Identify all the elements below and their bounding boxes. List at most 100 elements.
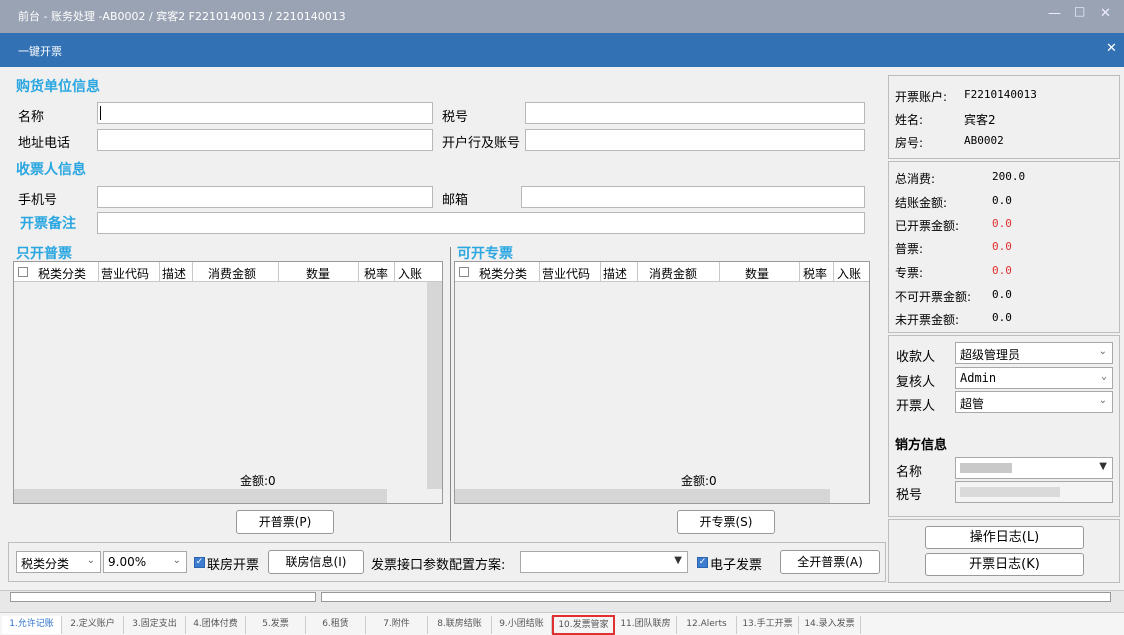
- payee-select[interactable]: 超级管理员 ⌄: [955, 342, 1113, 364]
- col-description[interactable]: 描述: [162, 265, 186, 282]
- tab-manual-invoice[interactable]: 13.手工开票: [737, 616, 799, 634]
- normal-invoice-grid[interactable]: 税类分类 营业代码 描述 消费金额 数量 税率 入账 金额:0: [13, 261, 443, 504]
- account-value: F2210140013: [964, 88, 1037, 101]
- tab-fixed-expense[interactable]: 3.固定支出: [124, 616, 186, 634]
- bank-input[interactable]: [525, 129, 865, 151]
- col-tax-rate[interactable]: 税率: [364, 265, 388, 282]
- tab-team-joint-room[interactable]: 11.团队联房: [615, 616, 677, 634]
- col-divider: [358, 262, 359, 282]
- vertical-scrollbar[interactable]: [427, 282, 442, 489]
- minimize-icon[interactable]: —: [1048, 6, 1061, 21]
- seller-section-title: 销方信息: [895, 438, 948, 453]
- operation-log-button[interactable]: 操作日志(L): [925, 526, 1084, 549]
- tab-allow-posting[interactable]: 1.允许记账: [2, 616, 62, 634]
- checkout-amount-label: 结账金额:: [895, 196, 948, 210]
- tab-small-group-checkout[interactable]: 9.小团结账: [492, 616, 552, 634]
- col-tax-class[interactable]: 税类分类: [38, 265, 86, 282]
- seller-name-label: 名称: [896, 465, 923, 480]
- select-all-checkbox[interactable]: [459, 267, 469, 277]
- invoiced-amount-label: 已开票金额:: [895, 219, 960, 233]
- e-invoice-checkbox[interactable]: ✓: [697, 557, 708, 568]
- account-label: 开票账户:: [895, 90, 948, 104]
- col-post[interactable]: 入账: [398, 265, 428, 282]
- invoice-log-button[interactable]: 开票日志(K): [925, 553, 1084, 576]
- special-total: 金额:0: [681, 474, 717, 488]
- tab-enter-invoice[interactable]: 14.录入发票: [799, 616, 861, 634]
- total-consumption-label: 总消费:: [895, 172, 936, 186]
- open-all-normal-button[interactable]: 全开普票(A): [780, 550, 880, 574]
- tab-joint-checkout[interactable]: 8.联房结账: [428, 616, 492, 634]
- special-invoice-label: 专票:: [895, 266, 924, 280]
- reviewer-label: 复核人: [896, 375, 936, 390]
- drawer-select[interactable]: 超管 ⌄: [955, 391, 1113, 413]
- col-quantity[interactable]: 数量: [306, 265, 330, 282]
- horizontal-scrollbar[interactable]: [455, 489, 830, 503]
- tax-rate-select[interactable]: 9.00% ⌄: [103, 551, 187, 573]
- tab-group-payment[interactable]: 4.团体付费: [186, 616, 246, 634]
- normal-grid-title: 只开普票: [16, 246, 72, 262]
- col-divider: [600, 262, 601, 282]
- buyer-name-input[interactable]: [97, 102, 433, 124]
- dialog-title: 一键开票: [18, 45, 62, 58]
- col-divider: [394, 262, 395, 282]
- tax-class-select[interactable]: 税类分类 ⌄: [16, 551, 101, 573]
- email-input[interactable]: [521, 186, 865, 208]
- close-icon[interactable]: ✕: [1100, 6, 1111, 21]
- tab-define-account[interactable]: 2.定义账户: [62, 616, 124, 634]
- tab-attachment[interactable]: 7.附件: [366, 616, 428, 634]
- open-normal-invoice-button[interactable]: 开普票(P): [236, 510, 334, 534]
- seller-tax-input[interactable]: [955, 481, 1113, 503]
- special-invoice-grid[interactable]: 税类分类 营业代码 描述 消费金额 数量 税率 入账 金额:0: [454, 261, 870, 504]
- col-divider: [719, 262, 720, 282]
- dialog-close-icon[interactable]: ✕: [1106, 41, 1117, 56]
- col-divider: [98, 262, 99, 282]
- tax-rate-value: 9.00%: [108, 555, 147, 569]
- select-all-checkbox[interactable]: [18, 267, 28, 277]
- col-tax-class[interactable]: 税类分类: [479, 265, 527, 282]
- bank-label: 开户行及账号: [442, 136, 521, 151]
- tab-lease[interactable]: 6.租赁: [306, 616, 366, 634]
- dialog-header: 一键开票 ✕: [0, 33, 1124, 67]
- bottom-tab-bar: 1.允许记账 2.定义账户 3.固定支出 4.团体付费 5.发票 6.租赁 7.…: [0, 612, 1124, 635]
- lower-field-right: [321, 592, 1111, 602]
- tab-alerts[interactable]: 12.Alerts: [677, 616, 737, 634]
- dropdown-arrow-icon: ▼: [1099, 461, 1107, 472]
- seller-name-select[interactable]: ▼: [955, 457, 1113, 479]
- joint-info-button[interactable]: 联房信息(I): [268, 550, 364, 574]
- buyer-name-label: 名称: [18, 110, 45, 125]
- interface-config-select[interactable]: ▼: [520, 551, 688, 573]
- reviewer-select[interactable]: Admin ⌄: [955, 367, 1113, 389]
- col-divider: [833, 262, 834, 282]
- col-business-code[interactable]: 营业代码: [101, 265, 149, 282]
- maximize-icon[interactable]: □: [1074, 4, 1085, 18]
- checkout-amount-value: 0.0: [992, 194, 1012, 207]
- col-amount[interactable]: 消费金额: [208, 265, 256, 282]
- chevron-down-icon: ⌄: [86, 555, 95, 566]
- email-label: 邮箱: [442, 193, 469, 208]
- payee-label: 收款人: [896, 350, 936, 365]
- room-label: 房号:: [895, 136, 924, 150]
- col-amount[interactable]: 消费金额: [649, 265, 697, 282]
- tab-invoice-manager[interactable]: 10.发票管家: [552, 615, 615, 635]
- col-post[interactable]: 入账: [837, 265, 869, 282]
- col-description[interactable]: 描述: [603, 265, 627, 282]
- phone-label: 手机号: [18, 193, 58, 208]
- tax-no-input[interactable]: [525, 102, 865, 124]
- col-divider: [192, 262, 193, 282]
- drawer-label: 开票人: [896, 399, 936, 414]
- horizontal-scrollbar[interactable]: [14, 489, 387, 503]
- col-business-code[interactable]: 营业代码: [542, 265, 590, 282]
- joint-room-checkbox[interactable]: ✓: [194, 557, 205, 568]
- tab-invoice[interactable]: 5.发票: [246, 616, 306, 634]
- open-special-invoice-button[interactable]: 开专票(S): [677, 510, 775, 534]
- uninvoiced-label: 未开票金额:: [895, 313, 960, 327]
- col-quantity[interactable]: 数量: [745, 265, 769, 282]
- window-title: 前台 - 账务处理 -AB0002 / 宾客2 F2210140013 / 22…: [18, 10, 346, 23]
- phone-input[interactable]: [97, 186, 433, 208]
- address-input[interactable]: [97, 129, 433, 151]
- drawer-value: 超管: [960, 397, 985, 411]
- grid-header: 税类分类 营业代码 描述 消费金额 数量 税率 入账: [14, 262, 442, 282]
- col-tax-rate[interactable]: 税率: [803, 265, 827, 282]
- redacted-name: [960, 463, 1012, 473]
- remark-input[interactable]: [97, 212, 865, 234]
